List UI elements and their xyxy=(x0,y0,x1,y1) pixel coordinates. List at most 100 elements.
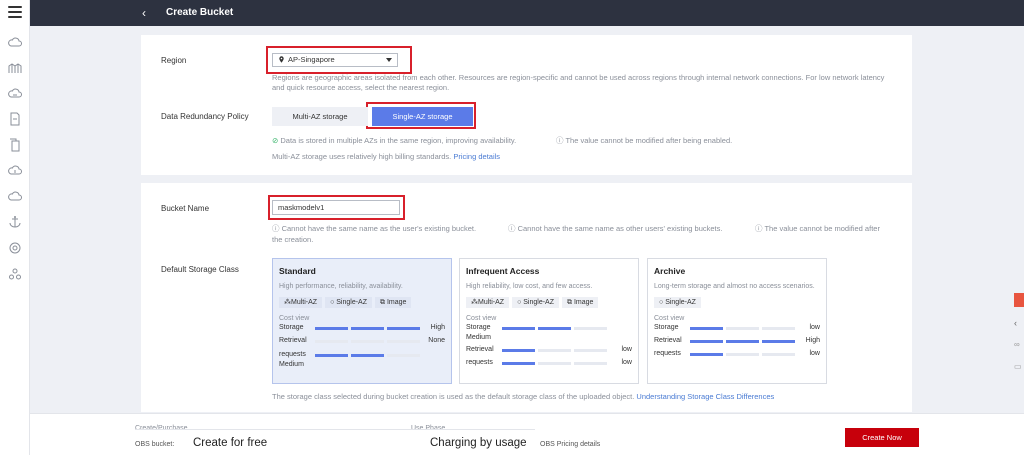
info-circle-icon: ⓘ xyxy=(272,224,280,233)
phase-divider xyxy=(135,429,535,430)
cost-bars xyxy=(502,349,607,352)
top-bar: ‹ Create Bucket xyxy=(30,0,1024,26)
copy-icon[interactable] xyxy=(8,138,22,152)
storage-class-diff-link[interactable]: Understanding Storage Class Differences xyxy=(636,392,774,401)
cloud-outline-icon[interactable] xyxy=(8,190,22,204)
region-card: Region AP-Singapore Regions are geograph… xyxy=(141,35,912,175)
network-icon[interactable] xyxy=(8,267,22,281)
rule-text: The value cannot be modified after xyxy=(764,224,880,233)
cost-bars xyxy=(315,327,420,330)
cost-value: Medium xyxy=(279,361,304,368)
storage-class-standard[interactable]: Standard High performance, reliability, … xyxy=(272,258,452,384)
cost-view-label: Cost view xyxy=(279,315,310,322)
cost-bars xyxy=(502,362,607,365)
feedback-icon[interactable] xyxy=(1014,293,1024,307)
cost-bars xyxy=(690,340,795,343)
cost-view-label: Cost view xyxy=(466,315,497,322)
cost-key: Storage xyxy=(466,324,491,331)
page-title: Create Bucket xyxy=(166,7,234,18)
tag-single-az: ○ Single-AZ xyxy=(325,297,372,308)
ring-icon[interactable] xyxy=(8,241,22,255)
tag-image: ⧉ Image xyxy=(374,297,412,308)
cost-key: Storage xyxy=(654,324,679,331)
image-icon: ⧉ xyxy=(379,299,387,306)
class-name: Infrequent Access xyxy=(466,266,540,276)
info-circle-icon: ⓘ xyxy=(556,136,564,145)
chat-icon[interactable]: ▭ xyxy=(1014,362,1024,376)
pricing-details-link[interactable]: Pricing details xyxy=(453,152,500,161)
info-circle-icon: ⓘ xyxy=(755,224,763,233)
charging-text: Charging by usage xyxy=(430,437,527,449)
redundancy-note-1: ⊘ Data is stored in multiple AZs in the … xyxy=(272,136,516,146)
create-free-text: Create for free xyxy=(193,437,268,449)
class-desc: Long-term storage and almost no access s… xyxy=(654,283,815,290)
bucket-name-label: Bucket Name xyxy=(161,204,210,213)
bucket-rule-2: ⓘ Cannot have the same name as other use… xyxy=(508,224,722,234)
bucket-rule-3: ⓘ The value cannot be modified after xyxy=(755,224,880,234)
collapse-icon[interactable]: ‹ xyxy=(1014,318,1024,332)
cost-value: low xyxy=(621,359,632,366)
region-select[interactable]: AP-Singapore xyxy=(272,53,398,67)
billing-note: Multi-AZ storage uses relatively high bi… xyxy=(272,152,500,162)
anchor-icon[interactable] xyxy=(8,215,22,229)
cost-value: low xyxy=(809,324,820,331)
single-az-option[interactable]: Single-AZ storage xyxy=(372,107,473,126)
redundancy-note-2: ⓘ The value cannot be modified after bei… xyxy=(556,136,732,146)
cost-bars xyxy=(690,353,795,356)
cloud-icon[interactable] xyxy=(8,36,22,50)
network-icon: ⁂ xyxy=(284,299,291,306)
cloud-storage-icon[interactable] xyxy=(8,87,22,101)
cost-key: requests xyxy=(654,350,681,357)
cost-key: Retrieval xyxy=(466,346,494,353)
check-circle-icon: ⊘ xyxy=(272,136,279,145)
storage-class-label: Default Storage Class xyxy=(161,265,239,274)
cost-value: High xyxy=(805,337,820,344)
note-text: Data is stored in multiple AZs in the sa… xyxy=(280,136,517,145)
bucket-name-input[interactable]: maskmodelv1 xyxy=(272,200,400,215)
obs-pricing-link[interactable]: OBS Pricing details xyxy=(540,441,600,448)
cloud-sync-icon[interactable] xyxy=(8,164,22,178)
rule-text: Cannot have the same name as other users… xyxy=(517,224,723,233)
location-pin-icon xyxy=(279,56,284,63)
bucket-card: Bucket Name maskmodelv1 ⓘ Cannot have th… xyxy=(141,183,912,412)
cost-key: Retrieval xyxy=(279,337,307,344)
tag-single-az: ○ Single-AZ xyxy=(512,297,559,308)
cost-value: High xyxy=(430,324,445,331)
cost-bars xyxy=(690,327,795,330)
multi-az-option[interactable]: Multi-AZ storage xyxy=(272,107,368,126)
cost-bars xyxy=(502,327,607,330)
cost-value: None xyxy=(428,337,445,344)
bucket-rule-3-cont: the creation. xyxy=(272,235,314,244)
cost-value: Medium xyxy=(466,334,491,341)
region-label: Region xyxy=(161,56,187,65)
left-nav xyxy=(0,0,30,455)
storage-class-note: The storage class selected during bucket… xyxy=(272,392,774,402)
cost-value: low xyxy=(809,350,820,357)
link-icon[interactable]: ∞ xyxy=(1014,340,1024,354)
class-name: Archive xyxy=(654,266,686,276)
storage-class-archive[interactable]: Archive Long-term storage and almost no … xyxy=(647,258,827,384)
document-icon[interactable] xyxy=(8,112,22,126)
redundancy-label: Data Redundancy Policy xyxy=(161,112,249,121)
info-circle-icon: ⓘ xyxy=(508,224,516,233)
bucket-rule-1: ⓘ Cannot have the same name as the user'… xyxy=(272,224,476,234)
tag-image: ⧉ Image xyxy=(561,297,599,308)
cost-bars xyxy=(315,340,420,343)
cost-key: requests xyxy=(466,359,493,366)
network-icon: ⁂ xyxy=(471,299,478,306)
class-desc: High reliability, low cost, and few acce… xyxy=(466,283,593,290)
tag-multi-az: ⁂Multi-AZ xyxy=(466,297,510,308)
cost-key: requests xyxy=(279,351,306,358)
cost-value: low xyxy=(621,346,632,353)
cost-key: Storage xyxy=(279,324,304,331)
create-now-button[interactable]: Create Now xyxy=(845,428,919,447)
storage-class-infrequent[interactable]: Infrequent Access High reliability, low … xyxy=(459,258,639,384)
note-text: The value cannot be modified after being… xyxy=(565,136,733,145)
menu-icon[interactable] xyxy=(8,6,22,18)
bridge-icon[interactable] xyxy=(8,61,22,75)
note-text: The storage class selected during bucket… xyxy=(272,392,635,401)
chevron-left-icon[interactable]: ‹ xyxy=(142,6,146,20)
billing-text: Multi-AZ storage uses relatively high bi… xyxy=(272,152,452,161)
region-help: Regions are geographic areas isolated fr… xyxy=(272,73,885,92)
region-value: AP-Singapore xyxy=(288,55,335,64)
